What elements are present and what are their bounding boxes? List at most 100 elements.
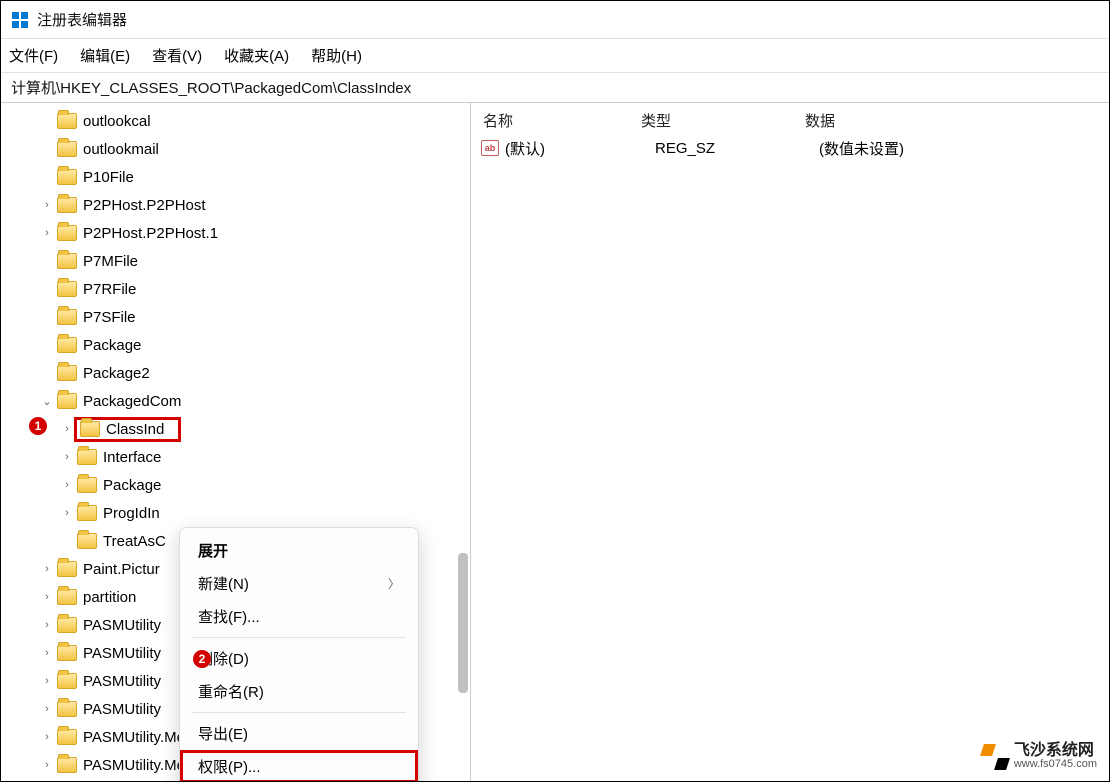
chevron-right-icon[interactable]: › — [39, 227, 55, 239]
tree-item-label: ClassInd — [106, 421, 164, 438]
folder-icon — [57, 589, 77, 605]
folder-icon — [77, 449, 97, 465]
address-bar[interactable]: 计算机\HKEY_CLASSES_ROOT\PackagedCom\ClassI… — [1, 73, 1109, 103]
ctx-find[interactable]: 查找(F)... — [180, 600, 418, 633]
value-name: (默认) — [505, 138, 655, 159]
menu-file[interactable]: 文件(F) — [9, 45, 58, 66]
folder-icon — [57, 729, 77, 745]
chevron-right-icon[interactable]: › — [39, 591, 55, 603]
tree-item[interactable]: Package — [1, 331, 470, 359]
tree-item[interactable]: Package2 — [1, 359, 470, 387]
col-header-type[interactable]: 类型 — [641, 110, 805, 131]
tree-item-label: outlookcal — [83, 113, 151, 130]
tree-item[interactable]: P7RFile — [1, 275, 470, 303]
value-row[interactable]: ab (默认) REG_SZ (数值未设置) — [471, 135, 1109, 161]
ctx-rename[interactable]: 重命名(R) — [180, 675, 418, 708]
tree-item-label: P7RFile — [83, 281, 136, 298]
col-header-data[interactable]: 数据 — [805, 110, 1109, 131]
tree-item-label: Interface — [103, 449, 161, 466]
chevron-right-icon[interactable]: › — [39, 703, 55, 715]
ctx-separator — [192, 637, 406, 638]
ctx-new[interactable]: 新建(N) 〉 — [180, 567, 418, 600]
menu-edit[interactable]: 编辑(E) — [80, 45, 130, 66]
folder-icon — [57, 393, 77, 409]
folder-icon — [57, 757, 77, 773]
menu-favorites[interactable]: 收藏夹(A) — [224, 45, 289, 66]
tree-item-label: Package — [103, 477, 161, 494]
address-text: 计算机\HKEY_CLASSES_ROOT\PackagedCom\ClassI… — [11, 77, 411, 98]
tree-item-label: PASMUtility — [83, 673, 161, 690]
ctx-export[interactable]: 导出(E) — [180, 717, 418, 750]
tree-item[interactable]: › ClassInd — [1, 415, 470, 443]
tree-item[interactable]: outlookmail — [1, 135, 470, 163]
chevron-right-icon: 〉 — [388, 575, 400, 592]
content-area: 1 outlookcaloutlookmailP10File›P2PHost.P… — [1, 103, 1109, 781]
chevron-right-icon[interactable]: › — [39, 619, 55, 631]
tree-item[interactable]: › ProgIdIn — [1, 499, 470, 527]
chevron-right-icon[interactable]: › — [39, 675, 55, 687]
chevron-right-icon[interactable]: › — [39, 563, 55, 575]
folder-icon — [57, 673, 77, 689]
watermark-url: www.fs0745.com — [1014, 759, 1097, 771]
ctx-delete[interactable]: 删除(D) — [180, 642, 418, 675]
context-menu: 展开 新建(N) 〉 查找(F)... 删除(D) 重命名(R) 导出(E) 权… — [179, 527, 419, 781]
folder-icon — [77, 505, 97, 521]
tree-item-label: Package — [83, 337, 141, 354]
folder-icon — [57, 225, 77, 241]
folder-icon — [57, 197, 77, 213]
folder-icon — [77, 477, 97, 493]
menubar: 文件(F) 编辑(E) 查看(V) 收藏夹(A) 帮助(H) — [1, 39, 1109, 73]
chevron-right-icon[interactable]: › — [39, 199, 55, 211]
folder-icon — [57, 169, 77, 185]
watermark: 飞沙系统网 www.fs0745.com — [982, 743, 1097, 771]
ctx-permissions[interactable]: 权限(P)... — [180, 750, 418, 781]
col-header-name[interactable]: 名称 — [471, 110, 641, 131]
scrollbar-thumb[interactable] — [458, 553, 468, 693]
watermark-name: 飞沙系统网 — [1014, 743, 1097, 760]
tree-item[interactable]: › Package — [1, 471, 470, 499]
chevron-right-icon[interactable]: › — [39, 759, 55, 771]
string-value-icon: ab — [481, 140, 499, 156]
tree-item-label: P7SFile — [83, 309, 136, 326]
tree-item[interactable]: P10File — [1, 163, 470, 191]
tree-item[interactable]: › Interface — [1, 443, 470, 471]
tree-item-label: P2PHost.P2PHost.1 — [83, 225, 218, 242]
tree-item-label: partition — [83, 589, 136, 606]
tree-item-label: P7MFile — [83, 253, 138, 270]
folder-icon — [57, 617, 77, 633]
tree-item[interactable]: P7MFile — [1, 247, 470, 275]
folder-icon — [57, 281, 77, 297]
values-pane: 名称 类型 数据 ab (默认) REG_SZ (数值未设置) — [471, 103, 1109, 781]
tree-item-label: PASMUtility — [83, 701, 161, 718]
menu-view[interactable]: 查看(V) — [152, 45, 202, 66]
menu-help[interactable]: 帮助(H) — [311, 45, 362, 66]
tree-item-label: PASMUtility — [83, 645, 161, 662]
chevron-right-icon[interactable]: › — [59, 507, 75, 519]
folder-icon — [57, 701, 77, 717]
folder-icon — [57, 365, 77, 381]
chevron-right-icon[interactable]: › — [59, 451, 75, 463]
tree-item[interactable]: P7SFile — [1, 303, 470, 331]
folder-icon — [80, 421, 100, 437]
ctx-separator — [192, 712, 406, 713]
tree-item[interactable]: › P2PHost.P2PHost.1 — [1, 219, 470, 247]
tree-item-label: P10File — [83, 169, 134, 186]
chevron-right-icon[interactable]: › — [59, 423, 75, 435]
ctx-expand[interactable]: 展开 — [180, 534, 418, 567]
tree-item-label: TreatAsC — [103, 533, 166, 550]
chevron-right-icon[interactable]: › — [59, 479, 75, 491]
tree-item-label: ProgIdIn — [103, 505, 160, 522]
values-header: 名称 类型 数据 — [471, 107, 1109, 135]
chevron-right-icon[interactable]: › — [39, 731, 55, 743]
tree-item-label: Paint.Pictur — [83, 561, 160, 578]
tree-item-label: PackagedCom — [83, 393, 181, 410]
folder-icon — [57, 645, 77, 661]
chevron-down-icon[interactable]: ⌄ — [39, 395, 55, 408]
tree-item[interactable]: outlookcal — [1, 107, 470, 135]
folder-icon — [57, 337, 77, 353]
watermark-logo-icon — [982, 744, 1008, 770]
annotation-marker-1: 1 — [29, 417, 47, 435]
chevron-right-icon[interactable]: › — [39, 647, 55, 659]
tree-item[interactable]: ›P2PHost.P2PHost — [1, 191, 470, 219]
tree-item[interactable]: ⌄ PackagedCom — [1, 387, 470, 415]
